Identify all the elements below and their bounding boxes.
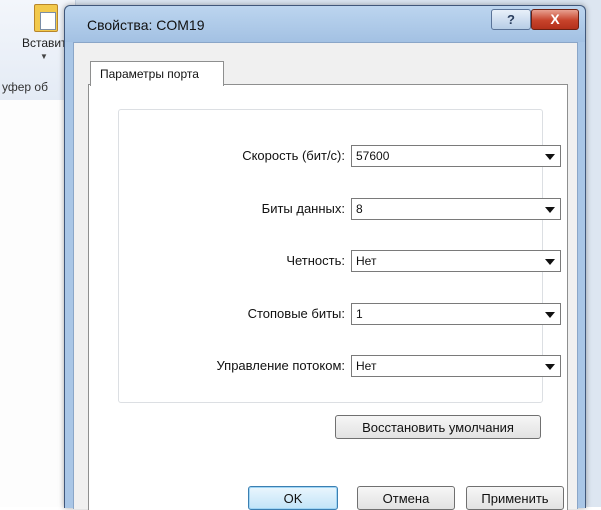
baud-rate-value: 57600 — [356, 149, 390, 163]
chevron-down-icon — [545, 364, 555, 370]
close-button[interactable]: X — [531, 9, 579, 30]
tab-port-settings[interactable]: Параметры порта — [90, 61, 224, 86]
cancel-button[interactable]: Отмена — [357, 486, 455, 510]
apply-button[interactable]: Применить — [466, 486, 564, 510]
tab-label: Параметры порта — [100, 67, 199, 81]
paste-button-label[interactable]: Вставит — [22, 36, 67, 50]
chevron-down-icon — [545, 154, 555, 160]
data-bits-label: Биты данных: — [261, 201, 345, 216]
flow-control-label: Управление потоком: — [216, 358, 345, 373]
stop-bits-label: Стоповые биты: — [247, 306, 345, 321]
chevron-down-icon — [545, 207, 555, 213]
port-properties-dialog: Свойства: COM19 ? X Параметры порта Скор… — [64, 5, 586, 510]
data-bits-dropdown[interactable]: 8 — [351, 198, 561, 220]
parity-value: Нет — [356, 254, 377, 268]
chevron-down-icon[interactable]: ▼ — [40, 52, 48, 61]
paste-icon[interactable] — [34, 4, 58, 32]
stop-bits-dropdown[interactable]: 1 — [351, 303, 561, 325]
background-scroll-strip — [584, 0, 601, 507]
stop-bits-value: 1 — [356, 307, 363, 321]
chevron-down-icon — [545, 259, 555, 265]
data-bits-value: 8 — [356, 202, 363, 216]
baud-rate-label: Скорость (бит/с): — [242, 148, 345, 163]
tab-panel: Скорость (бит/с): 57600 Биты данных: 8 Ч… — [88, 84, 568, 510]
ok-button[interactable]: OK — [248, 486, 338, 510]
parity-dropdown[interactable]: Нет — [351, 250, 561, 272]
flow-control-dropdown[interactable]: Нет — [351, 355, 561, 377]
dialog-client-area: Параметры порта Скорость (бит/с): 57600 … — [73, 42, 578, 510]
clipboard-group-label: уфер об — [2, 80, 48, 94]
help-button[interactable]: ? — [491, 9, 531, 30]
window-title: Свойства: COM19 — [87, 17, 205, 33]
parity-label: Четность: — [286, 253, 345, 268]
restore-defaults-button[interactable]: Восстановить умолчания — [335, 415, 541, 439]
chevron-down-icon — [545, 312, 555, 318]
baud-rate-dropdown[interactable]: 57600 — [351, 145, 561, 167]
flow-control-value: Нет — [356, 359, 377, 373]
title-bar[interactable]: Свойства: COM19 ? X — [65, 6, 585, 42]
settings-group: Скорость (бит/с): 57600 Биты данных: 8 Ч… — [118, 109, 561, 403]
